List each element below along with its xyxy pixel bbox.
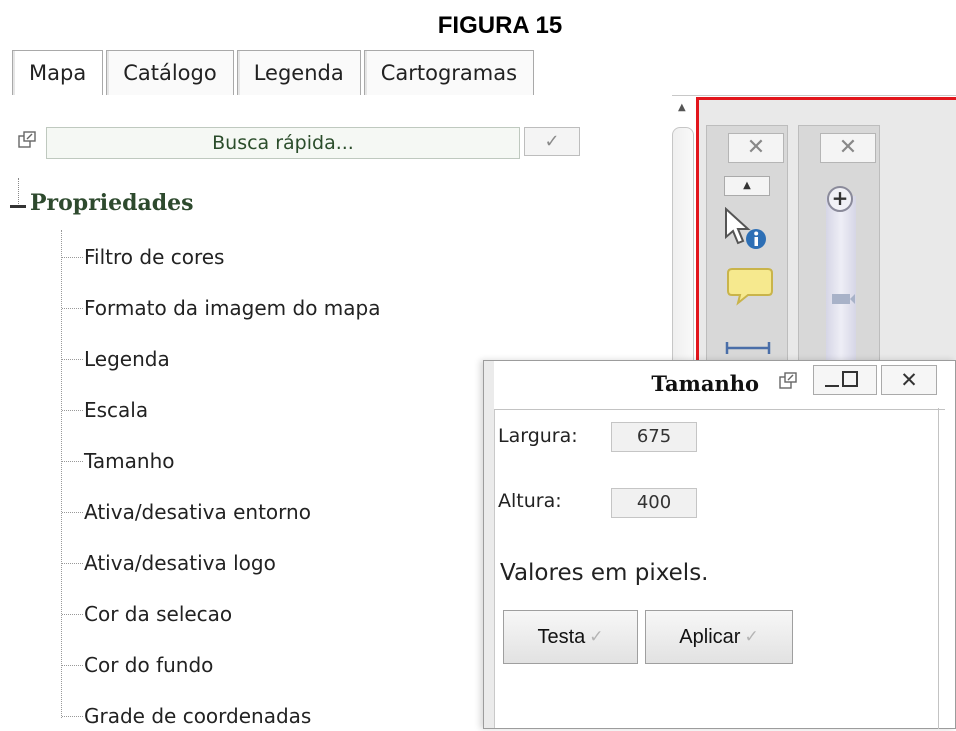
tree-item-legenda[interactable]: Legenda xyxy=(62,344,170,374)
dialog-divider xyxy=(938,408,939,729)
tree-item-label: Escala xyxy=(84,398,149,422)
figure-title: FIGURA 15 xyxy=(437,12,563,39)
height-label: Altura: xyxy=(498,490,562,512)
tree-item-cor-selecao[interactable]: Cor da selecao xyxy=(62,599,232,629)
width-label: Largura: xyxy=(498,425,578,447)
tab-bar-divider xyxy=(672,95,956,96)
tree-item-label: Tamanho xyxy=(84,449,175,473)
size-dialog: Tamanho xyxy=(483,360,956,729)
dialog-left-edge xyxy=(484,361,495,728)
close-icon[interactable]: ✕ xyxy=(728,133,784,163)
dialog-close-button[interactable]: ✕ xyxy=(881,365,937,395)
speech-balloon-icon[interactable] xyxy=(726,266,774,306)
tab-mapa[interactable]: Mapa xyxy=(12,50,104,95)
tree-item-label: Ativa/desativa entorno xyxy=(84,500,311,524)
collapse-icon[interactable] xyxy=(10,205,26,208)
collapse-up-icon[interactable]: ▲ xyxy=(724,176,770,196)
tree-item-formato-imagem[interactable]: Formato da imagem do mapa xyxy=(62,293,381,323)
apply-button-label: Aplicar xyxy=(679,625,741,648)
tab-bar: Mapa Catálogo Legenda Cartogramas xyxy=(12,50,537,96)
dialog-header[interactable]: Tamanho xyxy=(494,361,945,410)
zoom-slider-handle[interactable] xyxy=(826,292,856,306)
minimize-icon[interactable] xyxy=(825,385,839,387)
tree-connector xyxy=(18,178,19,204)
tree-item-grade-coordenadas[interactable]: Grade de coordenadas xyxy=(62,701,311,731)
scroll-up-arrow-icon[interactable]: ▲ xyxy=(678,102,686,113)
check-icon: ✓ xyxy=(589,627,604,646)
identify-info-icon[interactable] xyxy=(722,207,770,251)
external-window-icon[interactable] xyxy=(779,372,797,390)
quick-search-input[interactable]: Busca rápida... xyxy=(46,127,520,159)
dialog-title: Tamanho xyxy=(651,371,759,396)
tree-item-cor-fundo[interactable]: Cor do fundo xyxy=(62,650,213,680)
test-button[interactable]: Testa ✓ xyxy=(503,610,638,664)
units-note: Valores em pixels. xyxy=(500,560,709,586)
tab-cartogramas[interactable]: Cartogramas xyxy=(363,50,535,95)
tab-catalogo[interactable]: Catálogo xyxy=(106,50,234,95)
tree-item-ativa-entorno[interactable]: Ativa/desativa entorno xyxy=(62,497,311,527)
measure-ruler-icon[interactable] xyxy=(724,340,772,356)
zoom-slider[interactable] xyxy=(826,196,856,376)
tree-item-ativa-logo[interactable]: Ativa/desativa logo xyxy=(62,548,276,578)
tree-item-filtro-de-cores[interactable]: Filtro de cores xyxy=(62,242,224,272)
tree-root-propriedades[interactable]: Propriedades xyxy=(30,190,194,216)
tab-legenda[interactable]: Legenda xyxy=(236,50,361,95)
maximize-icon[interactable] xyxy=(842,371,858,387)
external-window-icon[interactable] xyxy=(18,131,36,149)
tree-item-label: Filtro de cores xyxy=(84,245,225,269)
apply-button[interactable]: Aplicar ✓ xyxy=(645,610,793,664)
tree-item-tamanho[interactable]: Tamanho xyxy=(62,446,175,476)
tree-item-label: Cor do fundo xyxy=(84,653,214,677)
tree-item-label: Formato da imagem do mapa xyxy=(84,296,381,320)
minimize-maximize-button[interactable] xyxy=(813,365,877,395)
test-button-label: Testa xyxy=(537,625,586,648)
tree-item-label: Grade de coordenadas xyxy=(84,704,312,728)
tree-item-label: Legenda xyxy=(84,347,170,371)
tree-item-label: Cor da selecao xyxy=(84,602,233,626)
check-icon: ✓ xyxy=(744,627,759,646)
quick-search-button[interactable]: ✓ xyxy=(524,127,580,156)
tree-item-escala[interactable]: Escala xyxy=(62,395,148,425)
tree-item-label: Ativa/desativa logo xyxy=(84,551,276,575)
width-input[interactable]: 675 xyxy=(611,422,697,452)
close-icon[interactable]: ✕ xyxy=(820,133,876,163)
zoom-in-icon[interactable]: + xyxy=(827,186,853,212)
height-input[interactable]: 400 xyxy=(611,488,697,518)
